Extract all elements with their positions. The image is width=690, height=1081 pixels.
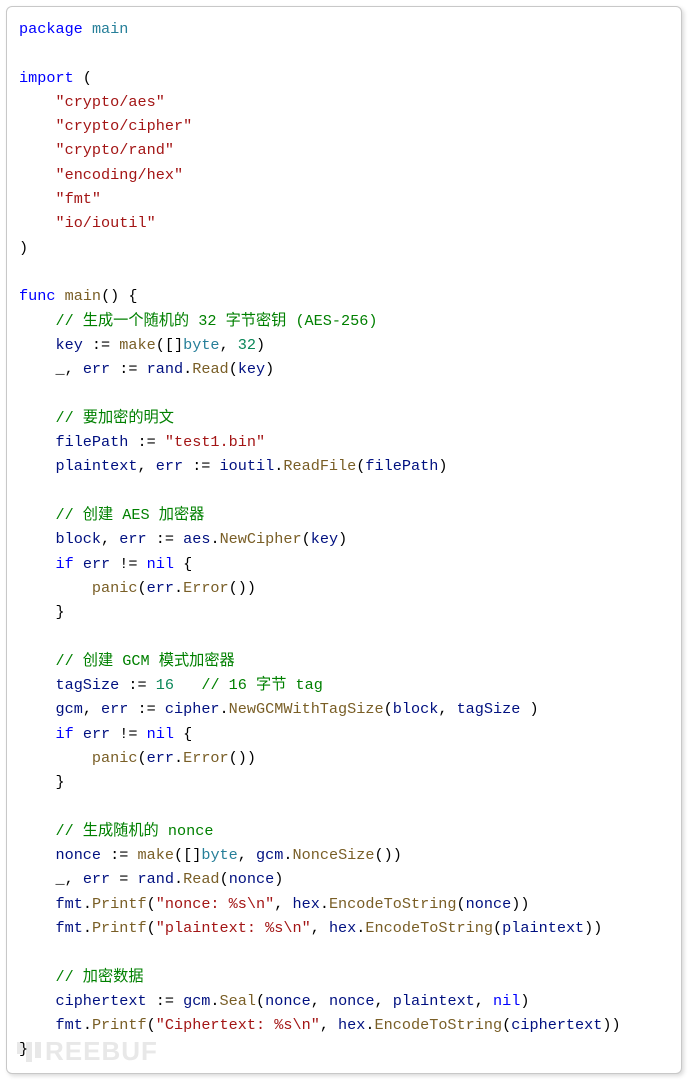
code-block: package main import ( "crypto/aes" "cryp… bbox=[19, 17, 669, 1062]
code-panel: REEBUF package main import ( "crypto/aes… bbox=[6, 6, 682, 1074]
